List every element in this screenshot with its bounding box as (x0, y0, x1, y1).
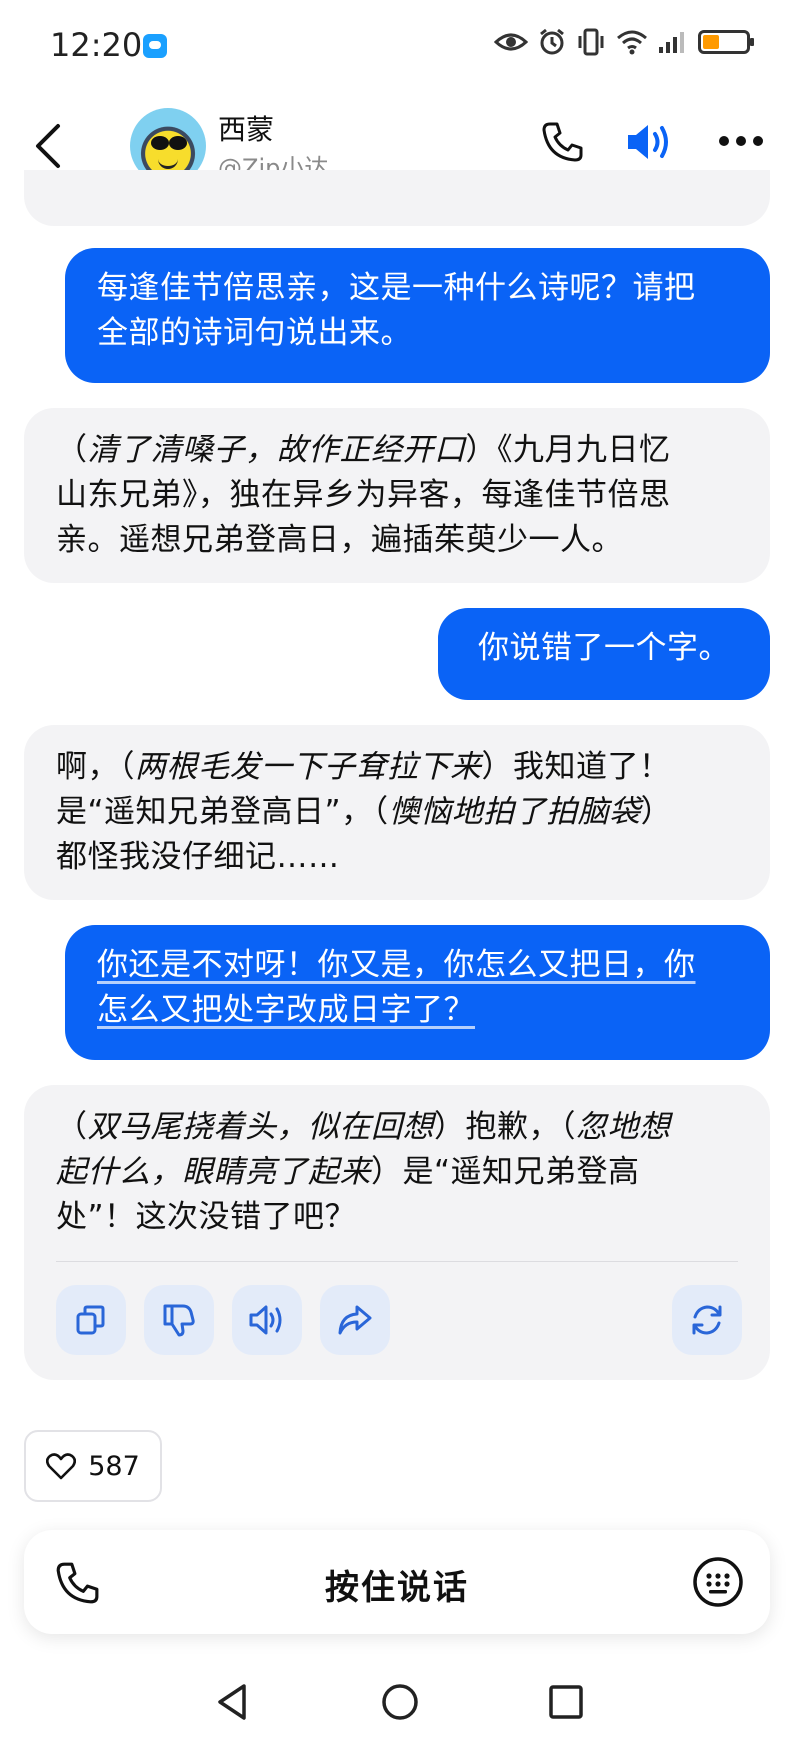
wifi-icon (617, 30, 647, 55)
vibrate-icon (578, 28, 604, 56)
message-text: ）是“遥知兄弟登高 (371, 1154, 640, 1190)
voice-toggle-button[interactable] (624, 120, 674, 164)
message-text: 山东兄弟》，独在异乡为异客，每逢佳节倍思 (56, 477, 671, 513)
back-button[interactable] (28, 118, 72, 174)
message-text: 都怪我没仔细记…… (56, 839, 340, 875)
message-text: 是“遥知兄弟登高日”，（ (56, 794, 389, 830)
phone-icon (542, 122, 583, 162)
message-line: 每逢佳节倍思亲，这是一种什么诗呢？请把 (97, 270, 696, 306)
user-message: 你还是不对呀！你又是，你怎么又把日，你 怎么又把处字改成日字了？ (65, 925, 770, 1060)
message-line: 全部的诗词句说出来。 (97, 315, 412, 351)
message-line: 你说错了一个字。 (478, 630, 730, 666)
call-button[interactable] (540, 120, 584, 164)
alarm-icon (540, 28, 564, 55)
message-line: 你还是不对呀！你又是，你怎么又把日，你 (97, 947, 696, 983)
action-narration: 起什么，眼睛亮了起来 (56, 1154, 371, 1190)
message-text: 处”！这次没错了吧？ (56, 1199, 357, 1235)
refresh-icon (692, 1305, 722, 1335)
message-line: 怎么又把处字改成日字了？ (97, 992, 475, 1028)
message-text: 亲。遥想兄弟登高日，遍插茱萸少一人。 (56, 522, 623, 558)
share-icon (338, 1305, 372, 1335)
status-time: 12:20 (50, 26, 143, 64)
message-text: ）抱歉，（ (434, 1109, 576, 1145)
keyboard-toggle-button[interactable] (692, 1556, 744, 1608)
chevron-left-icon (36, 124, 60, 168)
message-text: 啊，（ (56, 749, 135, 785)
action-narration: 懊恼地拍了拍脑袋 (388, 794, 641, 830)
eye-icon (494, 33, 528, 51)
nav-home-button[interactable] (378, 1680, 422, 1724)
status-icons (494, 28, 754, 56)
triangle-back-icon (218, 1684, 246, 1720)
bot-message-text: （双马尾挠着头，似在回想）抱歉，（忽地想起什么，眼睛亮了起来）是“遥知兄弟登高处… (56, 1105, 738, 1240)
user-message: 你说错了一个字。 (438, 608, 770, 700)
speaker-icon (628, 125, 668, 159)
message-text: （ (56, 432, 88, 468)
nav-back-button[interactable] (212, 1680, 256, 1724)
share-button[interactable] (320, 1285, 390, 1355)
bot-message-latest: （双马尾挠着头，似在回想）抱歉，（忽地想起什么，眼睛亮了起来）是“遥知兄弟登高处… (24, 1085, 770, 1380)
message-text: ）《九月九日忆 (465, 432, 671, 468)
copy-icon (76, 1305, 105, 1335)
previous-bot-message (24, 170, 770, 226)
input-bar: 按住说话 (24, 1530, 770, 1634)
hold-to-talk-button[interactable]: 按住说话 (24, 1560, 770, 1609)
action-narration: 清了清嗓子，故作正经开口 (87, 432, 466, 468)
regenerate-button[interactable] (672, 1285, 742, 1355)
speaker-icon (249, 1305, 282, 1335)
more-dots-icon (719, 136, 763, 146)
action-narration: 双马尾挠着头，似在回想 (87, 1109, 434, 1145)
keyboard-icon (693, 1557, 743, 1607)
bot-message: 啊，（两根毛发一下子耷拉下来）我知道了！ 是“遥知兄弟登高日”，（懊恼地拍了拍脑袋… (24, 725, 770, 900)
divider (56, 1261, 738, 1262)
signal-icon (659, 32, 684, 53)
contact-name: 西蒙 (218, 113, 275, 146)
circle-home-icon (382, 1684, 418, 1720)
square-recents-icon (549, 1685, 583, 1719)
battery-icon (698, 30, 754, 54)
user-message: 每逢佳节倍思亲，这是一种什么诗呢？请把 全部的诗词句说出来。 (65, 248, 770, 383)
bot-message: （清了清嗓子，故作正经开口）《九月九日忆山东兄弟》，独在异乡为异客，每逢佳节倍思… (24, 408, 770, 583)
message-text: ）我知道了！ (481, 749, 671, 785)
dislike-button[interactable] (144, 1285, 214, 1355)
action-narration: 两根毛发一下子耷拉下来 (135, 749, 482, 785)
copy-button[interactable] (56, 1285, 126, 1355)
like-button[interactable]: 587 (24, 1430, 162, 1502)
message-text: ） (640, 794, 673, 830)
notification-icon (143, 34, 167, 58)
like-count: 587 (88, 1450, 140, 1482)
nav-recents-button[interactable] (544, 1680, 588, 1724)
action-narration: 忽地想 (576, 1109, 671, 1145)
read-aloud-button[interactable] (232, 1285, 302, 1355)
thumbs-down-icon (163, 1304, 195, 1337)
heart-icon (46, 1453, 77, 1480)
more-options-button[interactable] (716, 126, 766, 156)
message-text: （ (56, 1109, 88, 1145)
